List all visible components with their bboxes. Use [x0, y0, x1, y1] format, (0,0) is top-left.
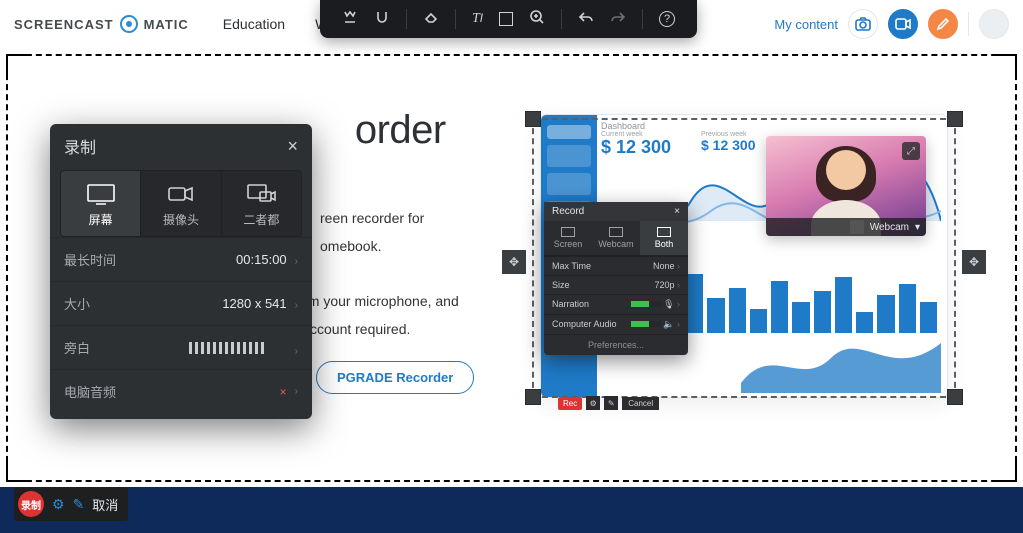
nav-education[interactable]: Education	[223, 16, 285, 32]
my-content-link[interactable]: My content	[774, 17, 838, 32]
webcam-preview[interactable]: ⤢ Webcam ▾	[766, 136, 926, 236]
expand-icon[interactable]: ⤢	[902, 142, 920, 160]
pv-handle-br[interactable]	[947, 389, 963, 405]
mini-rec-button[interactable]: Rec	[558, 397, 582, 410]
row-narration[interactable]: 旁白 ›	[50, 325, 312, 369]
upgrade-recorder-button[interactable]: PGRADE Recorder	[316, 361, 474, 394]
bottom-bar	[0, 487, 1023, 533]
logo-dot-icon	[120, 15, 138, 33]
recorder-title: 录制	[64, 134, 96, 158]
separator	[406, 9, 407, 29]
preview-area-chart	[741, 333, 941, 393]
narration-label: 旁白	[64, 338, 90, 357]
maxtime-label: 最长时间	[64, 250, 116, 269]
corner-handle-tl[interactable]	[6, 54, 28, 76]
row-computer-audio[interactable]: 电脑音频 × ›	[50, 369, 312, 419]
size-value: 1280 x 541	[222, 296, 286, 311]
mode-screen[interactable]: 屏幕	[61, 171, 141, 236]
mini-preferences[interactable]: Preferences...	[544, 334, 688, 355]
narration-meter	[189, 342, 267, 354]
eraser-icon[interactable]	[423, 9, 439, 30]
logo-text-right: MATIC	[144, 17, 189, 32]
redo-icon[interactable]	[610, 10, 626, 29]
mini-recorder-panel: Record× Screen Webcam Both Max TimeNone …	[544, 202, 688, 355]
webcam-bar-icon[interactable]	[850, 220, 864, 234]
mini-caudio-label: Computer Audio	[552, 319, 617, 330]
preview-amount-1: $ 12 300	[601, 137, 671, 158]
recorder-panel: 录制 × 屏幕 摄像头 二者都 最长时间 00:15:00 › 大小 1280 x…	[50, 124, 312, 419]
separator	[561, 9, 562, 29]
webcam-bar: Webcam ▾	[766, 218, 926, 236]
mini-mode-screen[interactable]: Screen	[544, 221, 592, 255]
pv-handle-bl[interactable]	[525, 389, 541, 405]
preview-dash-label: Dashboard	[601, 121, 645, 131]
pv-move-handle-left[interactable]: ✥	[502, 250, 526, 274]
cancel-button[interactable]: 取消	[92, 495, 118, 514]
mini-mode-webcam[interactable]: Webcam	[592, 221, 640, 255]
speaker-icon	[262, 385, 278, 399]
undo-icon[interactable]	[578, 10, 594, 29]
rectangle-tool-icon[interactable]	[499, 12, 513, 26]
help-icon[interactable]: ?	[659, 11, 675, 27]
mini-mode-both[interactable]: Both	[640, 221, 688, 255]
mini-gear-icon[interactable]: ⚙	[586, 396, 600, 410]
screenshot-button[interactable]	[848, 9, 878, 39]
zoom-tool-icon[interactable]	[529, 9, 545, 30]
text-tool-icon[interactable]: TI	[472, 11, 483, 27]
top-right: My content	[774, 9, 1009, 39]
close-icon[interactable]: ×	[287, 136, 298, 157]
annotation-toolbar: TI ?	[320, 0, 697, 38]
row-maxtime[interactable]: 最长时间 00:15:00 ›	[50, 237, 312, 281]
mode-webcam-label: 摄像头	[163, 211, 199, 228]
mini-size-value: 720p	[654, 280, 674, 290]
mini-pen-icon[interactable]: ✎	[604, 396, 618, 410]
pv-handle-tl[interactable]	[525, 111, 541, 127]
preview-amount-2: $ 12 300	[701, 137, 756, 153]
chevron-down-icon[interactable]: ▾	[915, 222, 920, 233]
chevron-right-icon: ›	[295, 346, 298, 357]
highlighter-icon[interactable]	[374, 9, 390, 30]
pv-handle-tr[interactable]	[947, 111, 963, 127]
mode-screen-label: 屏幕	[89, 211, 113, 228]
separator	[455, 9, 456, 29]
computer-audio-label: 电脑音频	[64, 382, 116, 401]
maxtime-value: 00:15:00	[236, 252, 287, 267]
mini-cancel-button[interactable]: Cancel	[622, 397, 659, 410]
pen-freehand-icon[interactable]	[342, 9, 358, 30]
mute-x-icon: ×	[280, 385, 287, 399]
record-start-button[interactable]: 录制	[18, 491, 44, 517]
mini-title: Record	[552, 206, 584, 217]
row-size[interactable]: 大小 1280 x 541 ›	[50, 281, 312, 325]
separator	[642, 9, 643, 29]
mini-maxtime-label: Max Time	[552, 261, 591, 271]
mini-narration-label: Narration	[552, 299, 589, 310]
edit-button[interactable]	[928, 9, 958, 39]
recorder-modes: 屏幕 摄像头 二者都	[60, 170, 302, 237]
chevron-right-icon: ›	[295, 386, 298, 397]
mini-close-icon[interactable]: ×	[674, 206, 680, 217]
chevron-right-icon: ›	[295, 300, 298, 311]
mini-control-bar: Rec ⚙ ✎ Cancel	[558, 396, 659, 410]
corner-handle-br[interactable]	[995, 460, 1017, 482]
chevron-right-icon: ›	[295, 256, 298, 267]
corner-handle-tr[interactable]	[995, 54, 1017, 76]
pencil-icon[interactable]: ✎	[73, 496, 85, 513]
record-button[interactable]	[888, 9, 918, 39]
gear-icon[interactable]: ⚙	[52, 496, 65, 513]
bottom-control-strip: 录制 ⚙ ✎ 取消	[14, 487, 128, 521]
pv-move-handle-right[interactable]: ✥	[962, 250, 986, 274]
logo[interactable]: SCREENCAST MATIC	[14, 15, 189, 33]
mini-size-label: Size	[552, 280, 570, 290]
size-label: 大小	[64, 294, 90, 313]
user-avatar[interactable]	[979, 9, 1009, 39]
mini-maxtime-value: None	[653, 261, 675, 271]
mode-both[interactable]: 二者都	[222, 171, 301, 236]
mode-both-label: 二者都	[243, 211, 279, 228]
divider	[968, 12, 969, 36]
webcam-label: Webcam	[870, 222, 909, 233]
mode-webcam[interactable]: 摄像头	[141, 171, 221, 236]
corner-handle-bl[interactable]	[6, 460, 28, 482]
logo-text-left: SCREENCAST	[14, 17, 114, 32]
mic-icon	[273, 338, 287, 354]
